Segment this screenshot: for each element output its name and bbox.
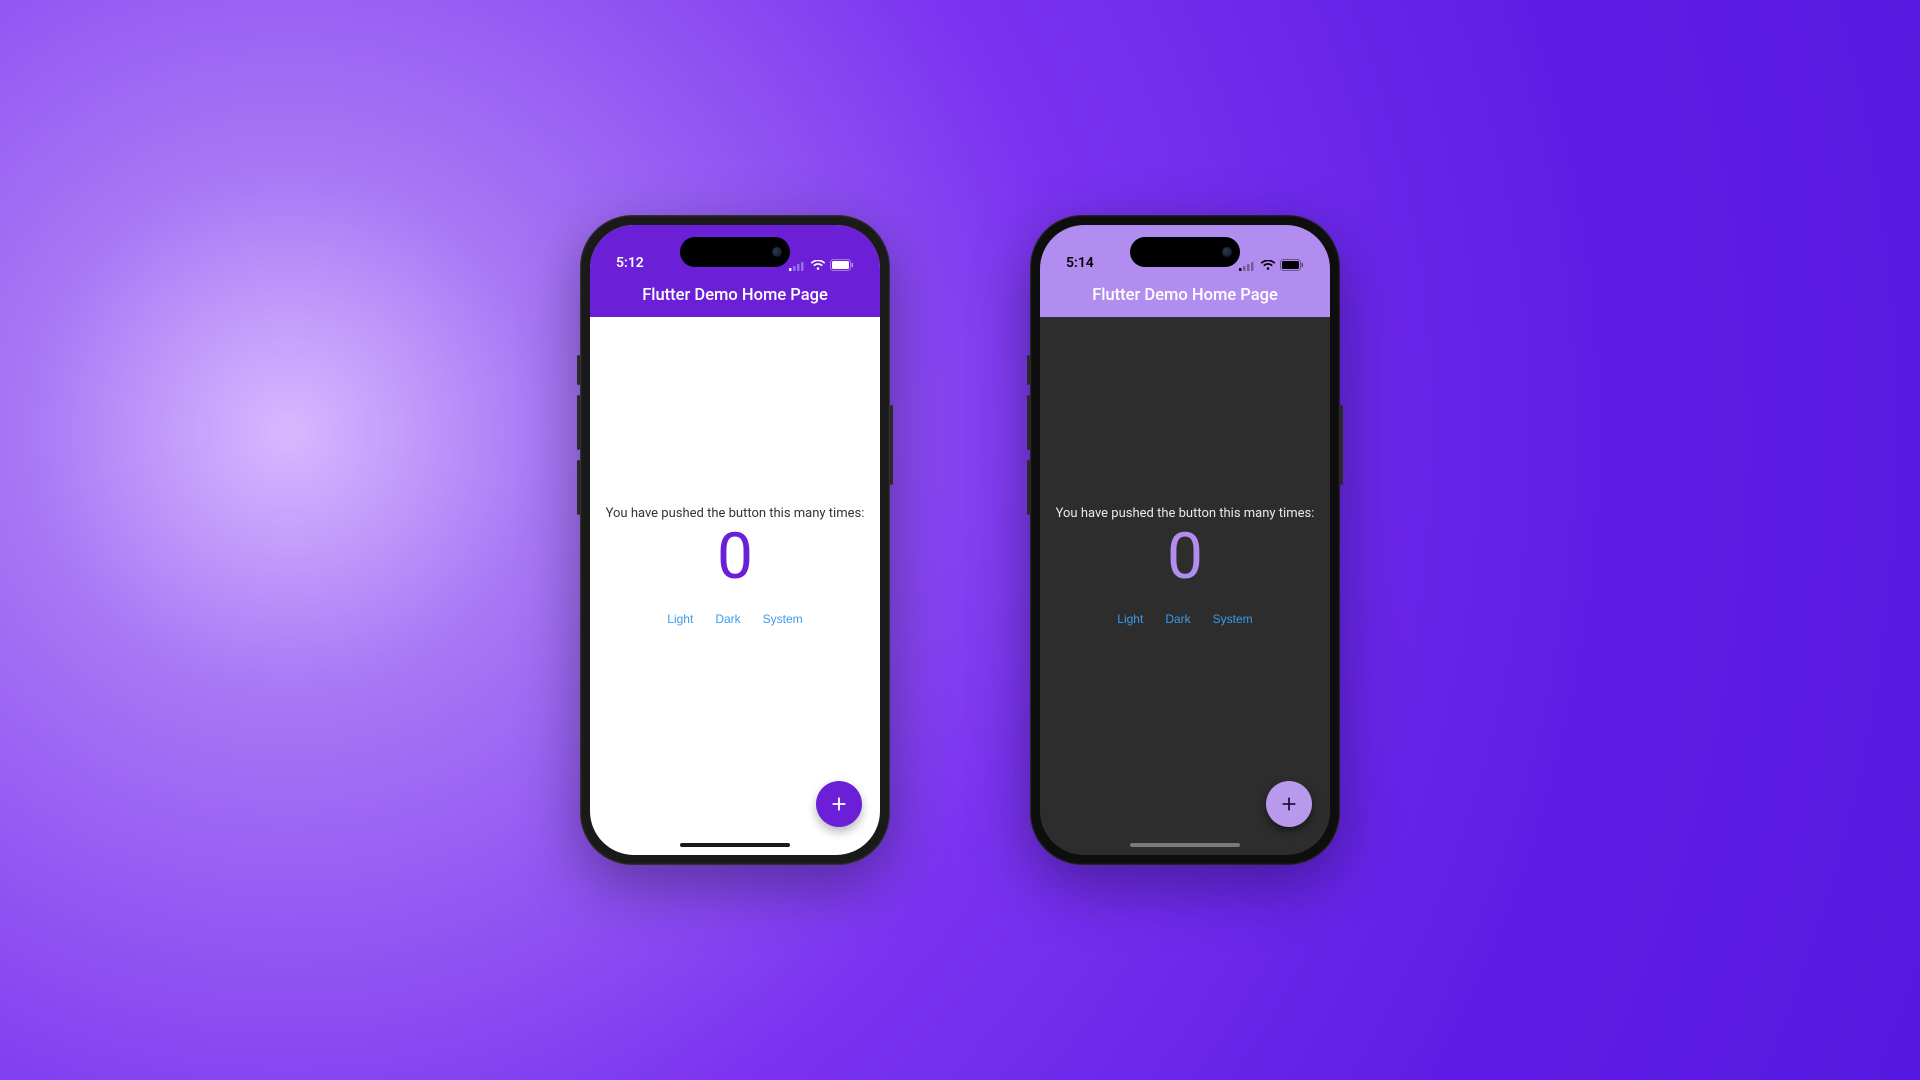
- dynamic-island: [1130, 237, 1240, 267]
- app-bar: Flutter Demo Home Page: [590, 273, 880, 317]
- status-time: 5:14: [1066, 255, 1094, 271]
- dynamic-island: [680, 237, 790, 267]
- phone-mute-switch: [577, 355, 580, 385]
- screen-dark: 5:14 Flutter Demo Home Page You have pus…: [1040, 225, 1330, 855]
- phone-power-button: [1340, 405, 1343, 485]
- plus-icon: [828, 793, 850, 815]
- phone-volume-down: [1027, 460, 1030, 515]
- cellular-icon: [1239, 260, 1256, 271]
- status-icons: [789, 259, 854, 271]
- wifi-icon: [1260, 260, 1276, 271]
- status-icons: [1239, 259, 1304, 271]
- app-bar-title: Flutter Demo Home Page: [642, 286, 828, 305]
- status-time: 5:12: [616, 255, 644, 271]
- theme-light-button[interactable]: Light: [667, 612, 693, 626]
- phone-mute-switch: [1027, 355, 1030, 385]
- wifi-icon: [810, 260, 826, 271]
- theme-light-button[interactable]: Light: [1117, 612, 1143, 626]
- phone-volume-up: [1027, 395, 1030, 450]
- battery-icon: [1280, 259, 1304, 271]
- home-indicator: [680, 843, 790, 847]
- home-indicator: [1130, 843, 1240, 847]
- page-body: You have pushed the button this many tim…: [590, 317, 880, 855]
- theme-system-button[interactable]: System: [763, 612, 803, 626]
- app-bar: Flutter Demo Home Page: [1040, 273, 1330, 317]
- theme-dark-button[interactable]: Dark: [715, 612, 740, 626]
- cellular-icon: [789, 260, 806, 271]
- plus-icon: [1278, 793, 1300, 815]
- page-body: You have pushed the button this many tim…: [1040, 317, 1330, 855]
- theme-dark-button[interactable]: Dark: [1165, 612, 1190, 626]
- battery-icon: [830, 259, 854, 271]
- counter-value: 0: [717, 523, 753, 590]
- theme-mode-row: Light Dark System: [667, 612, 802, 626]
- app-bar-title: Flutter Demo Home Page: [1092, 286, 1278, 305]
- theme-mode-row: Light Dark System: [1117, 612, 1252, 626]
- phone-volume-up: [577, 395, 580, 450]
- increment-fab[interactable]: [816, 781, 862, 827]
- theme-system-button[interactable]: System: [1213, 612, 1253, 626]
- counter-value: 0: [1167, 523, 1203, 590]
- screen-light: 5:12 Flutter Demo Home Page You have pus…: [590, 225, 880, 855]
- phone-power-button: [890, 405, 893, 485]
- phone-frame-light: 5:12 Flutter Demo Home Page You have pus…: [580, 215, 890, 865]
- phone-volume-down: [577, 460, 580, 515]
- phone-frame-dark: 5:14 Flutter Demo Home Page You have pus…: [1030, 215, 1340, 865]
- increment-fab[interactable]: [1266, 781, 1312, 827]
